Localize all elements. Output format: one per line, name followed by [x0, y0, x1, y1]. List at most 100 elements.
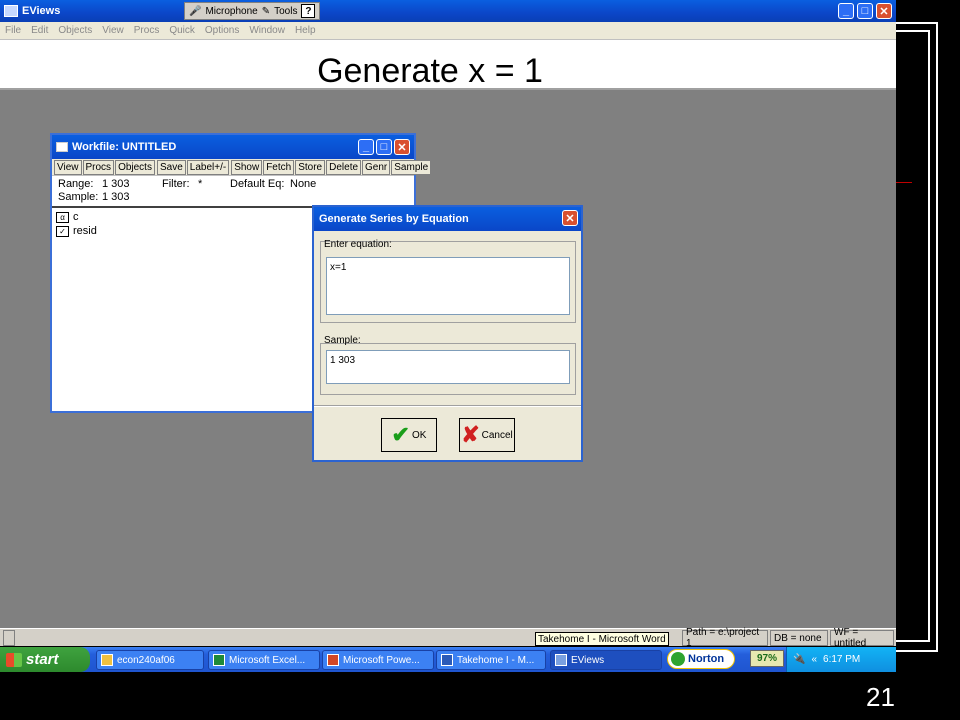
excel-icon: [213, 654, 225, 666]
sample-input[interactable]: 1 303: [326, 350, 570, 384]
sample-label: Sample:: [58, 191, 99, 203]
microphone-button[interactable]: Microphone: [205, 6, 257, 17]
norton-button[interactable]: Norton: [667, 649, 735, 669]
procs-button[interactable]: Procs: [82, 159, 115, 175]
delete-button[interactable]: Delete: [326, 159, 362, 175]
start-label: start: [26, 651, 59, 668]
ok-label: OK: [411, 429, 427, 441]
fetch-button[interactable]: Fetch: [263, 159, 295, 175]
menu-file[interactable]: File: [0, 25, 26, 36]
dialog-close-button[interactable]: ✕: [562, 210, 578, 226]
filter-value: *: [198, 178, 203, 190]
menu-options[interactable]: Options: [200, 25, 244, 36]
cancel-label: Cancel: [481, 429, 513, 441]
sample-field-label: Sample:: [324, 335, 361, 346]
status-resize-box[interactable]: [3, 630, 15, 646]
task-excel[interactable]: Microsoft Excel...: [208, 650, 320, 670]
menu-window[interactable]: Window: [244, 25, 290, 36]
workfile-titlebar[interactable]: Workfile: UNTITLED _ □ ✕: [52, 135, 414, 159]
maximize-button[interactable]: □: [857, 3, 873, 19]
menu-quick[interactable]: Quick: [164, 25, 200, 36]
objects-button[interactable]: Objects: [115, 159, 155, 175]
store-button[interactable]: Store: [295, 159, 326, 175]
eviews-icon: [555, 654, 567, 666]
sample-value: 1 303: [102, 191, 130, 203]
menu-bar: File Edit Objects View Procs Quick Optio…: [0, 22, 896, 40]
battery-indicator[interactable]: 97%: [750, 650, 784, 667]
show-button[interactable]: Show: [231, 159, 263, 175]
start-button[interactable]: start: [0, 647, 90, 672]
task-label: econ240af06: [117, 654, 175, 666]
equation-label: Enter equation:: [324, 239, 392, 250]
equation-input[interactable]: x=1: [326, 257, 570, 315]
default-eq-label: Default Eq:: [230, 178, 285, 190]
sample-button[interactable]: Sample: [391, 159, 432, 175]
task-label: Takehome I - M...: [457, 654, 535, 666]
slide-frame-line-inner: [928, 30, 930, 642]
workfile-close-button[interactable]: ✕: [394, 139, 410, 155]
windows-flag-icon: [6, 652, 22, 667]
folder-icon: [101, 654, 113, 666]
workfile-icon: [56, 142, 68, 152]
help-button[interactable]: ?: [301, 4, 316, 18]
close-button[interactable]: ✕: [876, 3, 892, 19]
slide-frame-line-horizontal-top: [896, 22, 938, 24]
slide-frame-line-vertical: [936, 22, 938, 652]
chevron-left-icon[interactable]: «: [811, 654, 817, 665]
label-button[interactable]: Label+/-: [186, 159, 230, 175]
microphone-icon[interactable]: 🎤: [189, 6, 201, 17]
object-name: resid: [73, 225, 97, 237]
slide-number: 21: [866, 682, 895, 712]
taskbar-tooltip: Takehome I - Microsoft Word: [535, 632, 669, 646]
task-label: Microsoft Excel...: [229, 654, 306, 666]
tools-button[interactable]: Tools: [274, 6, 297, 17]
minimize-button[interactable]: _: [838, 3, 854, 19]
filter-label: Filter:: [162, 178, 190, 190]
norton-label: Norton: [688, 653, 725, 665]
slide-title: Generate x = 1: [317, 52, 543, 90]
language-bar[interactable]: 🎤 Microphone ✎ Tools ?: [184, 2, 321, 20]
slide-frame-line-bottom-outer: [896, 650, 938, 652]
tools-icon[interactable]: ✎: [262, 6, 270, 17]
workfile-title: Workfile: UNTITLED: [72, 141, 177, 153]
status-path: Path = e:\project 1: [682, 627, 768, 649]
task-eviews[interactable]: EViews: [550, 650, 662, 670]
coefficient-icon: α: [56, 211, 69, 223]
app-titlebar: EViews 🎤 Microphone ✎ Tools ? _ □ ✕: [0, 0, 896, 22]
status-wf: WF = untitled: [830, 627, 894, 649]
dialog-separator: [314, 405, 581, 407]
task-folder[interactable]: econ240af06: [96, 650, 204, 670]
generate-series-dialog[interactable]: Generate Series by Equation ✕ Enter equa…: [312, 205, 583, 462]
menu-help[interactable]: Help: [290, 25, 321, 36]
slide-frame-line-horizontal-inner: [896, 30, 930, 32]
save-button[interactable]: Save: [156, 159, 186, 175]
slide-frame-line-bottom: [896, 640, 930, 642]
task-label: Microsoft Powe...: [343, 654, 420, 666]
power-plug-icon[interactable]: 🔌: [793, 654, 805, 665]
series-icon: ✓: [56, 225, 69, 237]
dialog-titlebar[interactable]: Generate Series by Equation ✕: [314, 207, 581, 231]
cross-icon: ✘: [461, 422, 480, 447]
range-label: Range:: [58, 178, 94, 190]
ok-button[interactable]: ✔ OK: [381, 418, 437, 452]
task-powerpoint[interactable]: Microsoft Powe...: [322, 650, 434, 670]
workfile-minimize-button[interactable]: _: [358, 139, 374, 155]
menu-objects[interactable]: Objects: [53, 25, 97, 36]
powerpoint-icon: [327, 654, 339, 666]
word-icon: [441, 654, 453, 666]
task-word[interactable]: Takehome I - M...: [436, 650, 546, 670]
view-button[interactable]: View: [54, 159, 82, 175]
red-accent-line: [896, 182, 912, 183]
object-name: c: [73, 211, 79, 223]
clock: 6:17 PM: [823, 654, 861, 665]
genr-button[interactable]: Genr: [362, 159, 391, 175]
menu-edit[interactable]: Edit: [26, 25, 53, 36]
system-tray: 🔌 « 6:17 PM: [786, 647, 896, 672]
check-icon: ✔: [391, 422, 410, 447]
default-eq-value: None: [290, 178, 317, 190]
menu-view[interactable]: View: [97, 25, 129, 36]
menu-procs[interactable]: Procs: [129, 25, 165, 36]
workfile-maximize-button[interactable]: □: [376, 139, 392, 155]
workfile-toolbar: View Procs Objects Save Label+/- Show Fe…: [52, 159, 432, 176]
cancel-button[interactable]: ✘ Cancel: [459, 418, 515, 452]
